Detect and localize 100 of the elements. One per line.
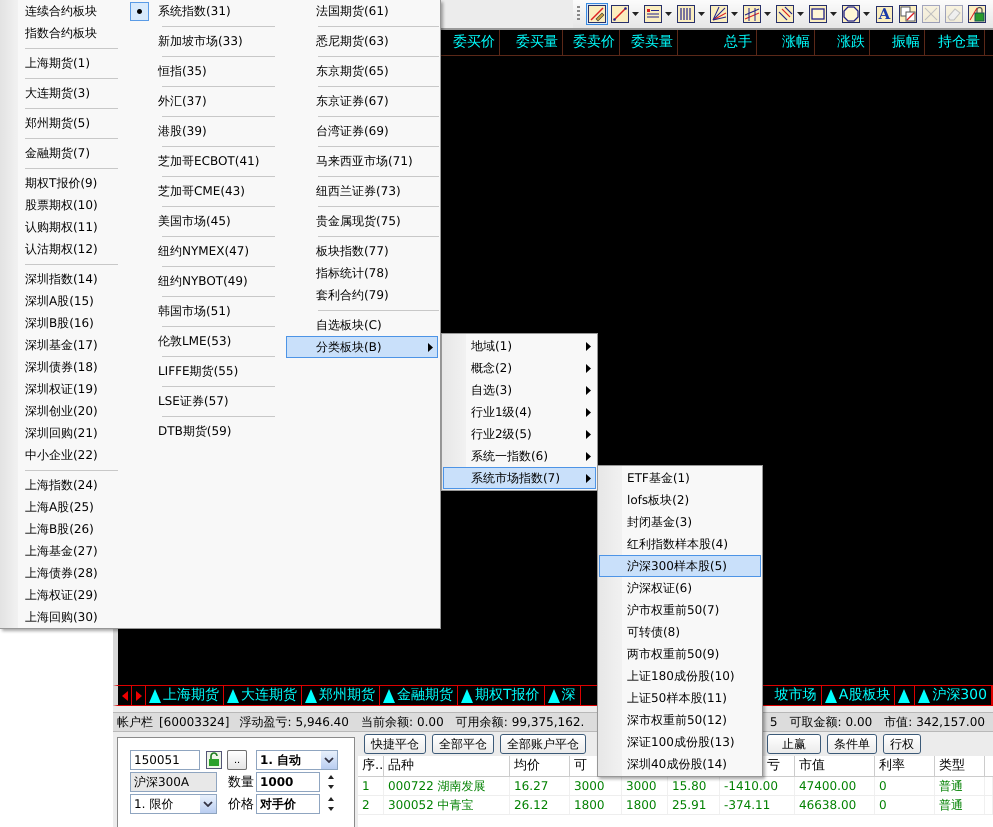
menu-item[interactable]: 上海基金(27) [0, 540, 118, 562]
menu-item[interactable]: 指标统计(78) [286, 262, 438, 284]
action-button[interactable]: 止赢 [767, 734, 821, 754]
market-tab[interactable]: 沪深300 [915, 686, 992, 705]
menu-item[interactable]: ETF基金(1) [599, 467, 761, 489]
menu-item[interactable]: 期权T报价(9) [0, 172, 118, 194]
column-header[interactable]: 类型 [939, 758, 965, 773]
lock-icon[interactable] [206, 751, 222, 769]
market-tab[interactable]: 郑州期货 [302, 686, 380, 705]
menu-item[interactable]: 指数合约板块 [0, 22, 118, 44]
market-tab[interactable]: 坡市场 [772, 686, 822, 705]
column-header[interactable]: 委卖价 [563, 30, 620, 55]
column-header[interactable]: 持仓量 [925, 30, 985, 55]
menu-item[interactable]: 深圳40成份股(14) [599, 753, 761, 775]
market-tab[interactable]: 大连期货 [224, 686, 302, 705]
market-tab[interactable] [895, 686, 916, 705]
column-header[interactable]: 涨跌 [815, 30, 870, 55]
menu-item[interactable]: 金融期货(7) [0, 142, 118, 164]
price-type-dropdown[interactable]: 1. 限价 [130, 794, 217, 814]
menu-item[interactable]: 韩国市场(51) [118, 300, 285, 322]
column-header[interactable]: 市值 [799, 758, 825, 773]
menu-item[interactable]: 上海回购(30) [0, 606, 118, 628]
menu-item[interactable]: 认沽期权(12) [0, 238, 118, 260]
copy-icon[interactable] [897, 3, 919, 25]
menu-item[interactable]: 股票期权(10) [0, 194, 118, 216]
menu-item[interactable]: 系统市场指数(7) [443, 467, 596, 489]
text-tool-button[interactable]: A [873, 3, 896, 25]
menu-item[interactable]: 上海权证(29) [0, 584, 118, 606]
menu-item[interactable]: 连续合约板块 [0, 0, 118, 22]
menu-item[interactable]: 悉尼期货(63) [286, 30, 438, 52]
menu-item[interactable]: 套利合约(79) [286, 284, 438, 306]
menu-item[interactable]: 深市权重前50(12) [599, 709, 761, 731]
menu-item[interactable]: 大连期货(3) [0, 82, 118, 104]
menu-item[interactable]: 红利指数样本股(4) [599, 533, 761, 555]
menu-item[interactable]: 自选板块(C) [286, 314, 438, 336]
octagon-icon[interactable] [840, 3, 872, 25]
menu-item[interactable]: 深圳回购(21) [0, 422, 118, 444]
action-button[interactable]: 条件单 [827, 734, 877, 754]
menu-item[interactable]: 深圳创业(20) [0, 400, 118, 422]
menu-item[interactable]: 上海期货(1) [0, 52, 118, 74]
menu-item[interactable]: 沪深300样本股(5) [599, 555, 761, 577]
action-button[interactable]: 行权 [883, 734, 921, 754]
menu-item[interactable]: 上海B股(26) [0, 518, 118, 540]
menu-item[interactable]: DTB期货(59) [118, 420, 285, 442]
diagonal-lines-icon[interactable] [774, 3, 806, 25]
menu-item[interactable]: 行业2级(5) [443, 423, 596, 445]
menu-item[interactable]: 深圳基金(17) [0, 334, 118, 356]
menu-item[interactable]: 恒指(35) [118, 60, 285, 82]
menu-item[interactable]: 马来西亚市场(71) [286, 150, 438, 172]
menu-item[interactable]: 行业1级(4) [443, 401, 596, 423]
fan-lines-icon[interactable] [708, 3, 740, 25]
mode-dropdown[interactable]: 1. 自动 [256, 750, 338, 770]
menu-item[interactable]: 封闭基金(3) [599, 511, 761, 533]
menu-item[interactable]: 东京证券(67) [286, 90, 438, 112]
menu-item[interactable]: 新加坡市场(33) [118, 30, 285, 52]
menu-item[interactable]: 深圳B股(16) [0, 312, 118, 334]
menu-item[interactable]: 法国期货(61) [286, 0, 438, 22]
menu-item[interactable]: 深圳A股(15) [0, 290, 118, 312]
menu-item[interactable]: 伦敦LME(53) [118, 330, 285, 352]
market-tab[interactable]: 期权T报价 [458, 686, 545, 705]
text-lines-icon[interactable] [642, 3, 674, 25]
menu-item[interactable]: 外汇(37) [118, 90, 285, 112]
menu-item[interactable]: LSE证券(57) [118, 390, 285, 412]
column-header[interactable]: 委卖量 [620, 30, 678, 55]
action-button[interactable]: 全部平仓 [432, 734, 494, 754]
market-tab[interactable]: 上海期货 [146, 686, 224, 705]
menu-item[interactable]: 芝加哥ECBOT(41) [118, 150, 285, 172]
parallel-lines-icon[interactable] [741, 3, 773, 25]
menu-item[interactable]: 深圳权证(19) [0, 378, 118, 400]
column-header[interactable]: 均价 [514, 758, 540, 773]
menu-item[interactable]: 板块指数(77) [286, 240, 438, 262]
line-icon[interactable] [609, 3, 641, 25]
name-field[interactable]: 沪深300A [130, 772, 217, 792]
action-button[interactable]: 快捷平仓 [364, 734, 426, 754]
column-header[interactable]: 涨幅 [757, 30, 815, 55]
column-header[interactable]: 亏 [767, 758, 780, 773]
menu-item[interactable]: 芝加哥CME(43) [118, 180, 285, 202]
menu-item[interactable]: 深证100成份股(13) [599, 731, 761, 753]
menu-item[interactable]: 纽西兰证券(73) [286, 180, 438, 202]
menu-item[interactable]: 上证180成份股(10) [599, 665, 761, 687]
menu-item[interactable]: 纽约NYMEX(47) [118, 240, 285, 262]
menu-item[interactable]: 概念(2) [443, 357, 596, 379]
menu-item[interactable]: 台湾证券(69) [286, 120, 438, 142]
menu-item[interactable]: 系统指数(31) [118, 0, 285, 22]
market-tab[interactable]: 深 [544, 686, 581, 705]
price-input[interactable]: 对手价 [256, 794, 320, 814]
column-header[interactable]: 总手 [678, 30, 757, 55]
menu-item[interactable]: 地域(1) [443, 335, 596, 357]
menu-item[interactable]: 深圳债券(18) [0, 356, 118, 378]
toolbar-grip[interactable] [577, 6, 580, 22]
column-header[interactable]: 可 [574, 758, 587, 773]
menu-item[interactable]: 分类板块(B) [286, 336, 438, 358]
menu-item[interactable]: 美国市场(45) [118, 210, 285, 232]
menu-item[interactable]: LIFFE期货(55) [118, 360, 285, 382]
menu-item[interactable]: 自选(3) [443, 379, 596, 401]
menu-item[interactable]: 上海指数(24) [0, 474, 118, 496]
quantity-input[interactable]: 1000 [256, 772, 320, 792]
menu-item[interactable]: 贵金属现货(75) [286, 210, 438, 232]
column-header[interactable]: 品种 [388, 758, 414, 773]
menu-item[interactable]: 纽约NYBOT(49) [118, 270, 285, 292]
